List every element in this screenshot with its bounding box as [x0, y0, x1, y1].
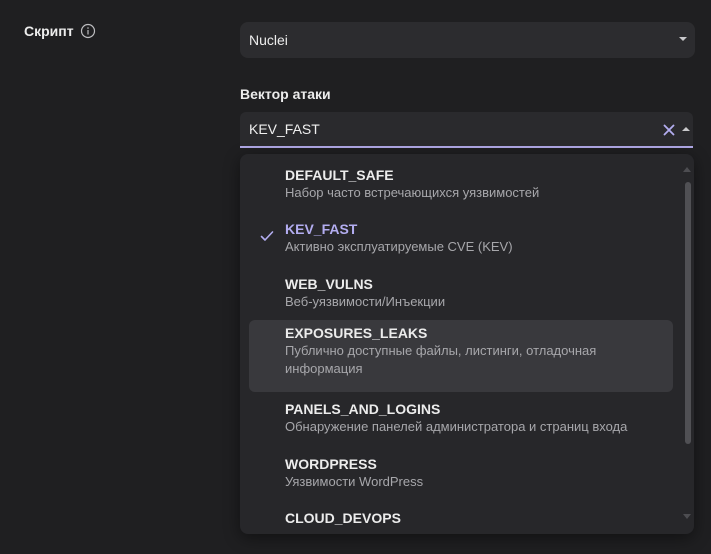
attack-vector-label: Вектор атаки: [240, 86, 331, 102]
script-label-text: Скрипт: [24, 23, 74, 39]
chevron-down-icon: [679, 37, 687, 41]
attack-vector-dropdown: DEFAULT_SAFE Набор часто встречающихся у…: [240, 154, 694, 534]
scrollbar-thumb[interactable]: [685, 182, 691, 444]
check-icon: [260, 229, 274, 241]
script-select-value: Nuclei: [249, 32, 288, 48]
option-title: EXPOSURES_LEAKS: [285, 325, 428, 341]
option-title: WORDPRESS: [285, 456, 377, 472]
option-title: WEB_VULNS: [285, 276, 373, 292]
script-label: Скрипт: [24, 23, 96, 39]
attack-vector-value: KEV_FAST: [249, 121, 320, 137]
attack-vector-combobox[interactable]: KEV_FAST: [240, 112, 693, 148]
option-cloud-devops[interactable]: CLOUD_DEVOPS: [249, 505, 673, 534]
clear-icon[interactable]: [663, 123, 675, 136]
option-description: Набор часто встречающихся уязвимостей: [285, 185, 540, 200]
option-title: CLOUD_DEVOPS: [285, 510, 401, 526]
option-description: Активно эксплуатируемые CVE (KEV): [285, 239, 513, 254]
option-description-line-2: информация: [285, 361, 363, 376]
scroll-up-arrow-icon[interactable]: [683, 167, 691, 172]
option-panels-and-logins[interactable]: PANELS_AND_LOGINS Обнаружение панелей ад…: [249, 396, 673, 442]
option-title: PANELS_AND_LOGINS: [285, 401, 441, 417]
option-wordpress[interactable]: WORDPRESS Уязвимости WordPress: [249, 451, 673, 497]
scroll-down-arrow-icon[interactable]: [683, 514, 691, 519]
option-exposures-leaks[interactable]: EXPOSURES_LEAKS Публично доступные файлы…: [249, 320, 673, 392]
option-description: Веб-уязвимости/Инъекции: [285, 294, 446, 309]
info-icon[interactable]: [80, 23, 96, 39]
option-kev-fast[interactable]: KEV_FAST Активно эксплуатируемые CVE (KE…: [249, 216, 673, 262]
option-description-line-1: Публично доступные файлы, листинги, отла…: [285, 343, 597, 358]
option-web-vulns[interactable]: WEB_VULNS Веб-уязвимости/Инъекции: [249, 271, 673, 317]
option-title: DEFAULT_SAFE: [285, 167, 394, 183]
option-title: KEV_FAST: [285, 221, 358, 237]
option-description: Уязвимости WordPress: [285, 474, 424, 489]
chevron-up-icon[interactable]: [682, 127, 690, 131]
script-select[interactable]: Nuclei: [240, 22, 695, 58]
option-default-safe[interactable]: DEFAULT_SAFE Набор часто встречающихся у…: [249, 162, 673, 208]
option-description: Обнаружение панелей администратора и стр…: [285, 419, 628, 434]
